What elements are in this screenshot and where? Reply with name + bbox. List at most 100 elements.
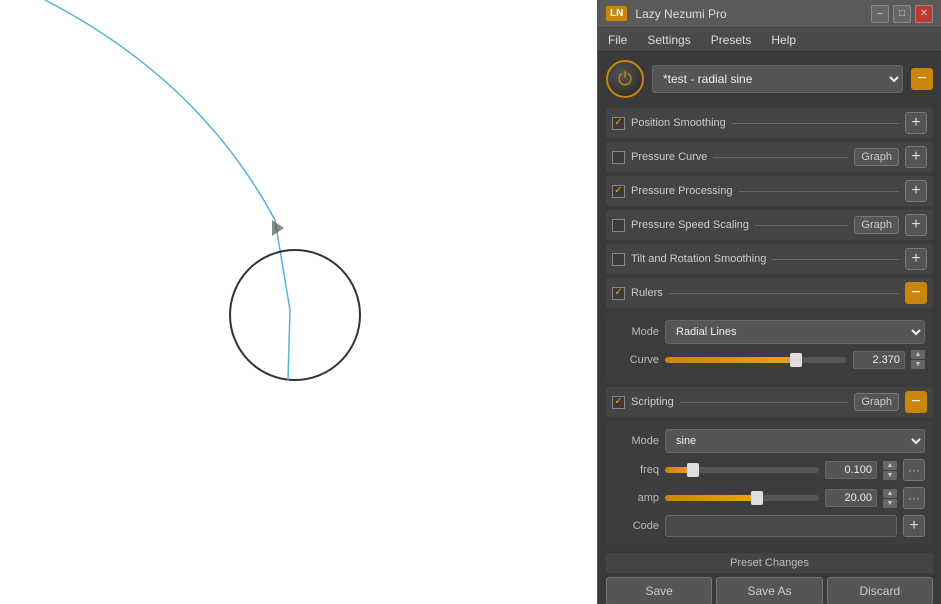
scripting-freq-spinner: ▲ ▼ [883,461,897,480]
menu-bar: File Settings Presets Help [598,28,941,52]
preset-changes-bar: Preset Changes [606,553,933,573]
power-row: ⏻ *test - radial sine − [606,60,933,98]
divider [772,259,899,260]
scripting-freq-row: freq 0.100 ▲ ▼ ··· [614,459,925,481]
logo: LN [606,6,627,21]
tilt-rotation-plus[interactable]: + [905,248,927,270]
rulers-curve-up[interactable]: ▲ [911,350,925,359]
menu-settings[interactable]: Settings [643,31,694,49]
divider [755,225,848,226]
scripting-minus-button[interactable]: − [905,391,927,413]
scripting-graph-button[interactable]: Graph [854,393,899,411]
position-smoothing-checkbox[interactable] [612,117,625,130]
position-smoothing-row: Position Smoothing + [606,108,933,138]
save-button[interactable]: Save [606,577,712,604]
rulers-minus-button[interactable]: − [905,282,927,304]
pressure-curve-label: Pressure Curve [631,151,707,163]
scripting-mode-row: Mode sine [614,429,925,453]
position-smoothing-plus[interactable]: + [905,112,927,134]
scripting-code-label: Code [614,520,659,532]
scripting-sub-section: Mode sine freq 0.100 ▲ ▼ ··· [606,421,933,545]
rulers-mode-select[interactable]: Radial Lines [665,320,925,344]
pressure-speed-plus[interactable]: + [905,214,927,236]
scripting-amp-row: amp 20.00 ▲ ▼ ··· [614,487,925,509]
scripting-amp-value: 20.00 [825,489,877,507]
scripting-amp-fill [665,495,757,501]
close-button[interactable]: ✕ [915,5,933,23]
rulers-curve-thumb[interactable] [790,353,802,367]
scripting-freq-down[interactable]: ▼ [883,471,897,480]
preset-minus-button[interactable]: − [911,68,933,90]
window-title: Lazy Nezumi Pro [635,7,871,21]
rulers-curve-down[interactable]: ▼ [911,360,925,369]
title-bar: LN Lazy Nezumi Pro – □ ✕ [598,0,941,28]
pressure-processing-plus[interactable]: + [905,180,927,202]
divider [680,402,849,403]
panel-content: ⏻ *test - radial sine − Position Smoothi… [598,52,941,604]
discard-button[interactable]: Discard [827,577,933,604]
scripting-freq-up[interactable]: ▲ [883,461,897,470]
scripting-freq-label: freq [614,464,659,476]
rulers-curve-slider[interactable] [665,357,847,363]
scripting-freq-slider[interactable] [665,467,819,473]
maximize-button[interactable]: □ [893,5,911,23]
pressure-processing-label: Pressure Processing [631,185,733,197]
pressure-speed-graph-button[interactable]: Graph [854,216,899,234]
scripting-amp-slider[interactable] [665,495,819,501]
rulers-curve-label: Curve [614,354,659,366]
rulers-curve-value: 2.370 [853,351,905,369]
tilt-rotation-label: Tilt and Rotation Smoothing [631,253,766,265]
rulers-curve-row: Curve 2.370 ▲ ▼ [614,350,925,369]
rulers-label: Rulers [631,287,663,299]
rulers-mode-row: Mode Radial Lines [614,320,925,344]
scripting-mode-select[interactable]: sine [665,429,925,453]
scripting-mode-label: Mode [614,435,659,447]
window-controls: – □ ✕ [871,5,933,23]
menu-help[interactable]: Help [767,31,800,49]
scripting-code-row: Code + [614,515,925,537]
pressure-curve-checkbox[interactable] [612,151,625,164]
tilt-rotation-row: Tilt and Rotation Smoothing + [606,244,933,274]
divider [669,293,899,294]
divider [732,123,899,124]
pressure-speed-scaling-row: Pressure Speed Scaling Graph + [606,210,933,240]
scripting-freq-value: 0.100 [825,461,877,479]
pressure-speed-scaling-label: Pressure Speed Scaling [631,219,749,231]
position-smoothing-label: Position Smoothing [631,117,726,129]
scripting-amp-spinner: ▲ ▼ [883,489,897,508]
scripting-amp-up[interactable]: ▲ [883,489,897,498]
pressure-curve-row: Pressure Curve Graph + [606,142,933,172]
pressure-speed-scaling-checkbox[interactable] [612,219,625,232]
scripting-checkbox[interactable] [612,396,625,409]
scripting-freq-thumb[interactable] [687,463,699,477]
pressure-processing-row: Pressure Processing + [606,176,933,206]
scripting-code-plus[interactable]: + [903,515,925,537]
divider [739,191,900,192]
rulers-row: Rulers − [606,278,933,308]
canvas-area [0,0,597,604]
panel: LN Lazy Nezumi Pro – □ ✕ File Settings P… [597,0,941,604]
pressure-processing-checkbox[interactable] [612,185,625,198]
minimize-button[interactable]: – [871,5,889,23]
pressure-curve-plus[interactable]: + [905,146,927,168]
rulers-curve-fill [665,357,796,363]
menu-file[interactable]: File [604,31,631,49]
power-icon: ⏻ [618,70,632,88]
preset-changes-label: Preset Changes [730,557,809,569]
power-button[interactable]: ⏻ [606,60,644,98]
scripting-code-field[interactable] [665,515,897,537]
scripting-amp-label: amp [614,492,659,504]
scripting-amp-down[interactable]: ▼ [883,499,897,508]
pressure-curve-graph-button[interactable]: Graph [854,148,899,166]
scripting-freq-dots[interactable]: ··· [903,459,925,481]
divider [713,157,848,158]
scripting-row: Scripting Graph − [606,387,933,417]
rulers-checkbox[interactable] [612,287,625,300]
save-as-button[interactable]: Save As [716,577,822,604]
rulers-sub-section: Mode Radial Lines Curve 2.370 ▲ ▼ [606,312,933,383]
scripting-amp-dots[interactable]: ··· [903,487,925,509]
preset-select[interactable]: *test - radial sine [652,65,903,93]
tilt-rotation-checkbox[interactable] [612,253,625,266]
scripting-amp-thumb[interactable] [751,491,763,505]
menu-presets[interactable]: Presets [707,31,756,49]
